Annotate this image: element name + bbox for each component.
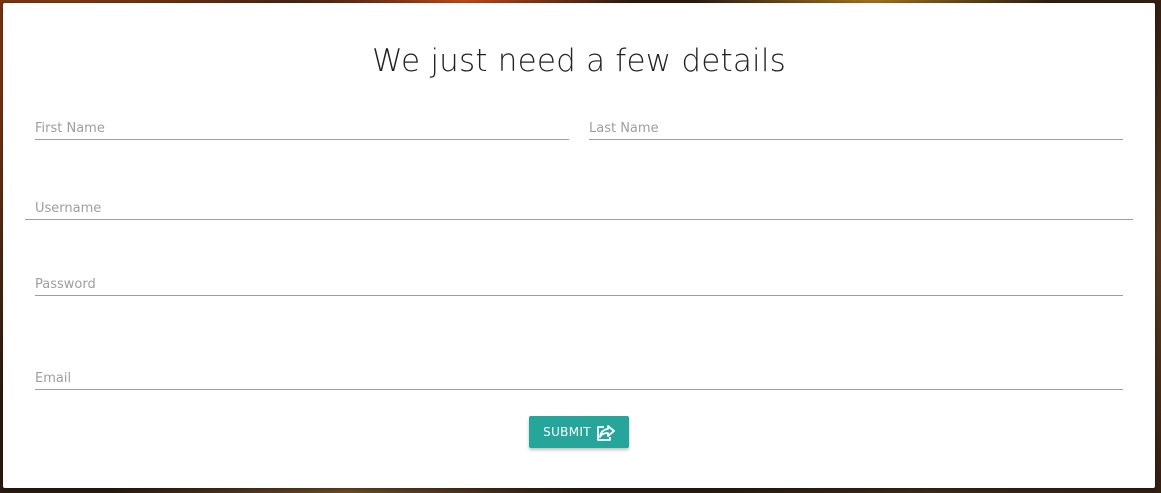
submit-button[interactable]: SUBMIT [529,416,629,448]
details-form-card: We just need a few details SUBMIT [3,3,1155,488]
password-field [35,273,1123,296]
form-title: We just need a few details [371,43,787,79]
username-input[interactable] [25,197,1143,219]
share-square-icon [595,423,615,441]
email-input[interactable] [35,367,1123,389]
first-name-field [35,117,569,140]
email-field [35,367,1123,390]
username-field [25,197,1143,220]
last-name-input[interactable] [589,117,1123,139]
first-name-input[interactable] [35,117,569,139]
last-name-field [589,117,1123,140]
password-input[interactable] [35,273,1123,295]
submit-label: SUBMIT [543,425,591,439]
